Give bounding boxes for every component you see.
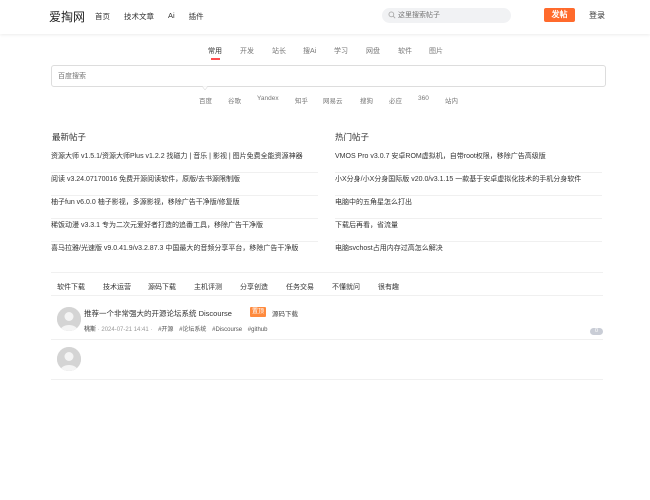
engine-360[interactable]: 360: [418, 95, 429, 102]
pinned-badge: 置顶: [250, 307, 267, 317]
search-icon: [388, 11, 396, 19]
nav-item-articles[interactable]: 技术文章: [124, 11, 154, 22]
engine-baidu[interactable]: 百度: [199, 95, 212, 105]
engine-pointer-icon: [202, 86, 208, 90]
main-nav: 首页 技术文章 Ai 插件: [95, 11, 218, 22]
engine-site[interactable]: 站内: [445, 95, 458, 105]
site-logo[interactable]: 爱掏网: [49, 8, 85, 25]
hot-post-item[interactable]: 电脑svchost占用内存过高怎么解决: [335, 242, 602, 265]
header-search-input[interactable]: [398, 10, 503, 21]
tab-dev[interactable]: 开发: [240, 46, 254, 56]
nav-item-home[interactable]: 首页: [95, 11, 110, 22]
category-software[interactable]: 软件下载: [57, 282, 85, 292]
engine-zhihu[interactable]: 知乎: [295, 95, 308, 105]
thread-tag[interactable]: #论坛系统: [179, 327, 206, 333]
default-user-icon: [57, 307, 81, 331]
main-search-input[interactable]: [58, 70, 598, 83]
nav-item-plugins[interactable]: 插件: [189, 11, 204, 22]
thread-tag[interactable]: #开源: [158, 327, 173, 333]
tab-common[interactable]: 常用: [208, 46, 222, 56]
latest-post-item[interactable]: 稀饭动漫 v3.3.1 专为二次元爱好者打造的追番工具，移除广告干净版: [51, 219, 318, 242]
hot-posts-title: 热门帖子: [335, 132, 370, 142]
main-search-box[interactable]: [51, 65, 606, 87]
engine-google[interactable]: 谷歌: [228, 95, 241, 105]
latest-posts-title: 最新帖子: [52, 132, 87, 142]
hot-post-item[interactable]: 小X分身/小X分身国际版 v20.0/v3.1.15 一款基于安卓虚拟化技术的手…: [335, 173, 602, 196]
hot-post-item[interactable]: VMOS Pro v3.0.7 安卓ROM虚拟机，自带root权限，移除广告高级…: [335, 150, 602, 173]
thread-author[interactable]: 桃斯: [84, 327, 96, 333]
forum-category-bar: 软件下载 技术运营 源码下载 主机评测 分享创造 任务交易 不懂就问 很有趣: [51, 272, 603, 296]
category-source[interactable]: 源码下载: [148, 282, 176, 292]
login-link[interactable]: 登录: [589, 10, 605, 21]
hot-post-item[interactable]: 下载后再看，省流量: [335, 219, 602, 242]
category-ask[interactable]: 不懂就问: [332, 282, 360, 292]
category-share[interactable]: 分享创造: [240, 282, 268, 292]
thread-date: 2024-07-21 14:41: [101, 327, 149, 333]
thread-meta: 桃斯 · 2024-07-21 14:41 · #开源 #论坛系统 #Disco…: [84, 327, 268, 333]
latest-post-item[interactable]: 阅读 v3.24.07170016 免费开源阅读软件，原版/去书源限制版: [51, 173, 318, 196]
engine-163[interactable]: 网易云: [323, 95, 343, 105]
thread-title[interactable]: 推荐一个非常强大的开源论坛系统 Discourse: [84, 308, 232, 319]
tab-webmaster[interactable]: 站长: [272, 46, 286, 56]
header-search[interactable]: [382, 8, 511, 23]
top-header: 爱掏网 首页 技术文章 Ai 插件 发帖 登录: [0, 0, 650, 34]
active-tab-indicator: [211, 58, 220, 60]
engine-sogou[interactable]: 搜狗: [360, 95, 373, 105]
tab-software[interactable]: 软件: [398, 46, 412, 56]
thread-category-link[interactable]: 源码下载: [272, 308, 298, 318]
search-engine-list: 百度 谷歌 Yandex 知乎 网易云 搜狗 必应 360 站内: [0, 95, 650, 105]
category-fun[interactable]: 很有趣: [378, 282, 399, 292]
latest-post-item[interactable]: 喜马拉雅/光速版 v9.0.41.9/v3.2.87.3 中国最大的音频分享平台…: [51, 242, 318, 265]
post-button[interactable]: 发帖: [544, 8, 575, 22]
hot-post-item[interactable]: 电脑中的五角星怎么打出: [335, 196, 602, 219]
tab-netdisk[interactable]: 网盘: [366, 46, 380, 56]
thread-item[interactable]: [51, 343, 603, 380]
category-hosting[interactable]: 主机评测: [194, 282, 222, 292]
latest-post-item[interactable]: 资源大师 v1.5.1/资源大师Plus v1.2.2 找磁力 | 音乐 | 影…: [51, 150, 318, 173]
thread-tag[interactable]: #Discourse: [212, 327, 242, 333]
avatar[interactable]: [57, 307, 81, 331]
tab-study[interactable]: 学习: [334, 46, 348, 56]
thread-item[interactable]: 推荐一个非常强大的开源论坛系统 Discourse 置顶 源码下载 桃斯 · 2…: [51, 303, 603, 340]
category-tasks[interactable]: 任务交易: [286, 282, 314, 292]
category-tech-ops[interactable]: 技术运营: [103, 282, 131, 292]
tab-ai[interactable]: 搜Ai: [303, 46, 316, 56]
nav-item-ai[interactable]: Ai: [168, 11, 175, 22]
engine-yandex[interactable]: Yandex: [257, 95, 279, 102]
reply-count-badge: 0: [590, 328, 603, 335]
tab-images[interactable]: 图片: [429, 46, 443, 56]
search-category-tabs: 常用 开发 站长 搜Ai 学习 网盘 软件 图片: [0, 46, 650, 60]
avatar[interactable]: [57, 347, 81, 371]
latest-post-item[interactable]: 柚子fun v6.0.0 柚子影视，多源影视，移除广告干净版/修复版: [51, 196, 318, 219]
thread-tag[interactable]: #github: [248, 327, 268, 333]
engine-bing[interactable]: 必应: [389, 95, 402, 105]
default-user-icon: [57, 347, 81, 371]
